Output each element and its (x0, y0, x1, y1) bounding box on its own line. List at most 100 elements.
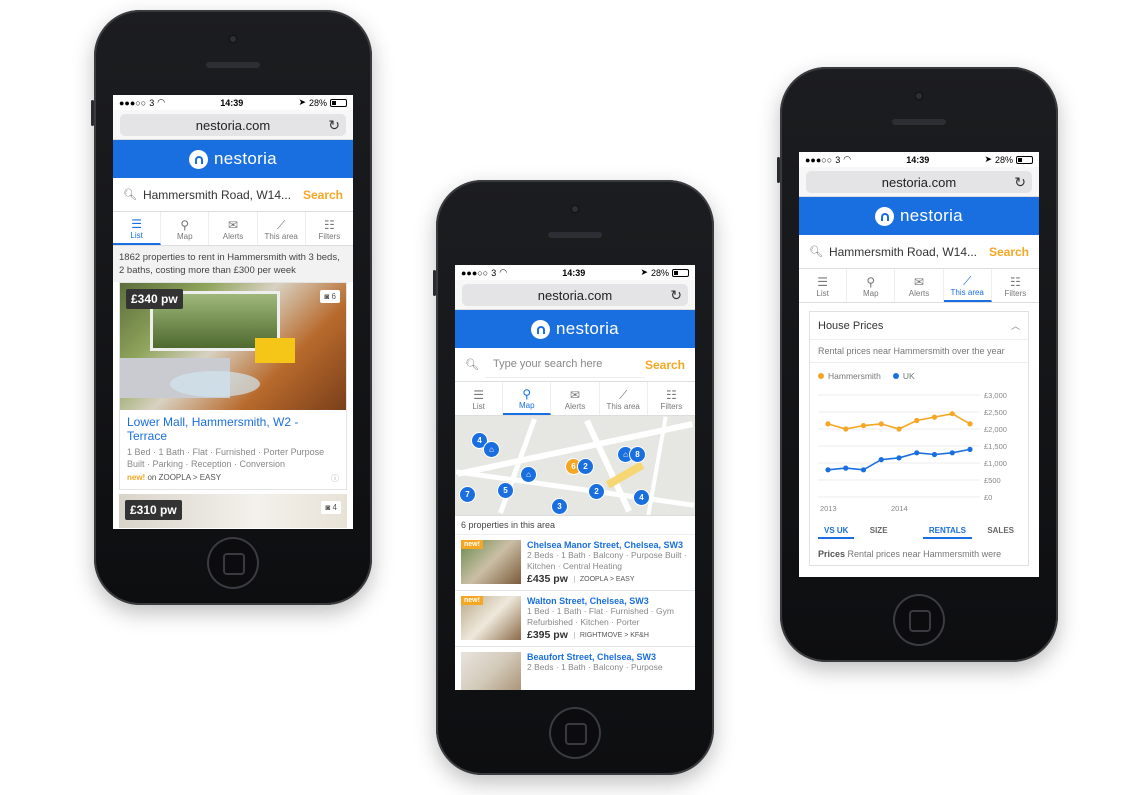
list-item[interactable]: Beaufort Street, Chelsea, SW3 2 Beds · 1… (455, 647, 695, 690)
listing-title[interactable]: Chelsea Manor Street, Chelsea, SW3 (527, 540, 689, 550)
map-pin[interactable]: 3 (551, 498, 568, 515)
map-view[interactable]: 4 ⌂ 7 5 ⌂ 6 2 ⌂ 8 2 4 3 (455, 416, 695, 516)
map-home-pin-icon[interactable]: ⌂ (483, 441, 500, 458)
tab-filters[interactable]: ☷ Filters (648, 382, 695, 415)
price-chart: £3,000 £2,500 £2,000 £1,500 £1,000 £500 £0 2013… (818, 391, 1007, 513)
tab-label: Map (519, 401, 535, 410)
price-badge: £310 pw (125, 500, 182, 520)
y-tick-label: £2,500 (984, 408, 1007, 417)
photo-count-badge: ◙ 4 (321, 501, 341, 514)
toggle-vs-uk[interactable]: VS UK (818, 524, 855, 539)
legend-swatch (892, 373, 899, 379)
reload-icon[interactable]: ↻ (1014, 174, 1026, 191)
map-pin[interactable]: 5 (497, 482, 514, 499)
map-pin[interactable]: 7 (459, 486, 476, 503)
list-item[interactable]: new! Chelsea Manor Street, Chelsea, SW3 … (455, 535, 695, 591)
tab-this-area[interactable]: ⟋ This area (258, 212, 306, 245)
tab-label: Filters (318, 232, 341, 241)
tab-list[interactable]: ☰ List (113, 212, 162, 245)
listing-photo[interactable]: £340 pw ◙ 6 (120, 283, 346, 410)
sliders-icon: ☷ (666, 388, 677, 402)
tab-filters[interactable]: ☷ Filters (306, 212, 353, 245)
chevron-up-icon[interactable]: ︿ (1011, 319, 1020, 332)
legend-swatch (818, 373, 824, 379)
data-point (878, 421, 884, 427)
listing-price: £395 pw (527, 629, 568, 641)
data-point (896, 455, 902, 461)
nestoria-logo-icon (875, 206, 895, 226)
map-pin[interactable]: 2 (577, 458, 594, 475)
map-pin[interactable]: 4 (633, 489, 650, 506)
map-pin[interactable]: 8 (629, 446, 646, 463)
tab-this-area[interactable]: ⟋ This area (600, 382, 648, 415)
status-bar: ●●●○○ 3 ◠ 14:39 ➤ 28% (113, 95, 353, 110)
search-bar[interactable]: 🔍︎ Type your search here Search (455, 348, 695, 382)
info-icon[interactable]: ⓘ (331, 473, 339, 484)
signal-icon: ●●●○○ (461, 267, 489, 278)
map-home-pin-icon[interactable]: ⌂ (520, 466, 537, 483)
search-bar[interactable]: 🔍︎ Hammersmith Road, W14... Search (113, 178, 353, 212)
address-bar: nestoria.com ↻ (455, 280, 695, 310)
url-field[interactable]: nestoria.com ↻ (806, 171, 1032, 193)
tab-alerts[interactable]: ✉ Alerts (551, 382, 600, 415)
envelope-icon: ✉ (913, 275, 925, 289)
listing-price: £435 pw (527, 573, 568, 585)
tab-list[interactable]: ☰ List (799, 269, 848, 302)
brand-header[interactable]: nestoria (799, 197, 1039, 235)
brand-header[interactable]: nestoria (455, 310, 695, 348)
wifi-icon: ◠ (157, 97, 166, 107)
camera-icon (914, 91, 924, 101)
data-point (843, 465, 849, 471)
speaker (892, 119, 946, 125)
reload-icon[interactable]: ↻ (328, 117, 340, 134)
listing-title[interactable]: Walton Street, Chelsea, SW3 (527, 596, 689, 606)
panel-header[interactable]: House Prices ︿ (810, 312, 1028, 340)
toggle-sales[interactable]: SALES (981, 524, 1020, 539)
search-bar[interactable]: 🔍︎ Hammersmith Road, W14... Search (799, 235, 1039, 269)
tab-map[interactable]: ⚲ Map (503, 382, 552, 415)
battery-text: 28% (650, 267, 669, 278)
toggle-rentals[interactable]: RENTALS (922, 524, 973, 539)
list-item[interactable]: new! Walton Street, Chelsea, SW3 1 Bed ·… (455, 591, 695, 647)
tab-map[interactable]: ⚲ Map (161, 212, 210, 245)
search-input[interactable]: Hammersmith Road, W14... (143, 188, 303, 202)
chart-legend: Hammersmith UK (810, 363, 1028, 385)
tab-bar: ☰ List ⚲ Map ✉ Alerts ⟋ This area ☷ Filters (113, 212, 353, 246)
home-button[interactable] (549, 707, 601, 759)
search-button[interactable]: Search (303, 188, 343, 202)
toggle-size[interactable]: SIZE (864, 524, 894, 539)
map-pin-icon: ⚲ (180, 218, 190, 232)
listing-card[interactable]: £310 pw ◙ 4 (119, 494, 347, 528)
data-point (967, 446, 973, 452)
listing-title[interactable]: Lower Mall, Hammersmith, W2 - Terrace (120, 410, 346, 446)
listing-thumbnail[interactable] (461, 652, 521, 690)
tab-list[interactable]: ☰ List (455, 382, 504, 415)
legend-label: UK (902, 371, 915, 381)
tab-alerts[interactable]: ✉ Alerts (209, 212, 258, 245)
brand-header[interactable]: nestoria (113, 140, 353, 178)
search-button[interactable]: Search (645, 358, 685, 372)
data-point (949, 450, 955, 456)
prices-summary: Prices Rental prices near Hammersmith we… (810, 543, 1028, 565)
url-field[interactable]: nestoria.com ↻ (462, 284, 688, 306)
home-button[interactable] (893, 594, 945, 646)
search-button[interactable]: Search (989, 245, 1029, 259)
tab-filters[interactable]: ☷ Filters (992, 269, 1039, 302)
tab-this-area[interactable]: ⟋ This area (943, 269, 992, 302)
listing-thumbnail[interactable]: new! (461, 596, 521, 640)
listing-card[interactable]: £340 pw ◙ 6 Lower Mall, Hammersmith, W2 … (119, 282, 347, 490)
map-pin[interactable]: 2 (588, 483, 605, 500)
tab-bar: ☰ List ⚲ Map ✉ Alerts ⟋ This area ☷ Filters (799, 269, 1039, 303)
listing-title[interactable]: Beaufort Street, Chelsea, SW3 (527, 652, 689, 662)
home-button[interactable] (207, 537, 259, 589)
listing-thumbnail[interactable]: new! (461, 540, 521, 584)
screen: ●●●○○ 3 ◠ 14:39 ➤ 28% nestoria.com ↻ nestori… (799, 152, 1039, 577)
search-input[interactable]: Type your search here (484, 351, 645, 378)
tab-alerts[interactable]: ✉ Alerts (895, 269, 944, 302)
y-tick-label: £1,500 (984, 442, 1007, 451)
reload-icon[interactable]: ↻ (670, 287, 682, 304)
tab-map[interactable]: ⚲ Map (847, 269, 896, 302)
search-input[interactable]: Hammersmith Road, W14... (829, 245, 989, 259)
listing-features: 2 Beds · 1 Bath · Balcony · Purpose Buil… (527, 550, 687, 571)
url-field[interactable]: nestoria.com ↻ (120, 114, 346, 136)
